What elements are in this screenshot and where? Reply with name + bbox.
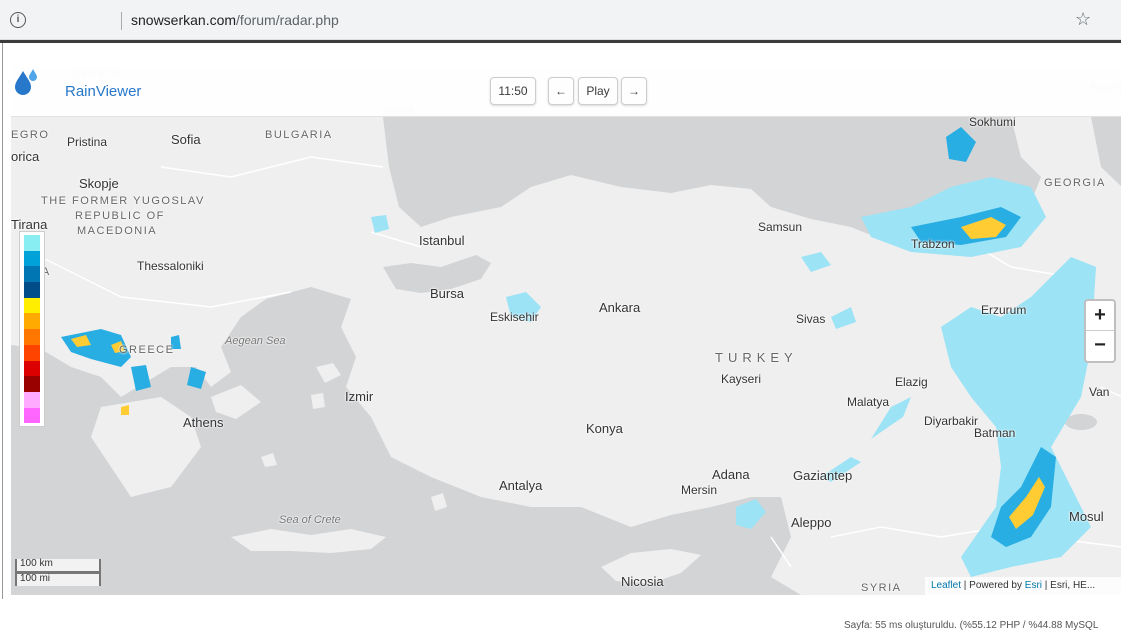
map-label-kayseri: Kayseri: [721, 372, 762, 386]
url-path: /forum/radar.php: [236, 12, 339, 28]
map-label-montenegro: EGRO: [11, 129, 50, 141]
play-button[interactable]: Play: [578, 77, 618, 105]
map-label-turkey: TURKEY: [715, 350, 798, 365]
map-label-van: Van: [1089, 385, 1110, 399]
url-separator: [121, 12, 122, 30]
map-label-malatya: Malatya: [847, 395, 890, 409]
map-label-bulgaria: BULGARIA: [265, 129, 333, 141]
map-label-georgia: GEORGIA: [1044, 177, 1106, 189]
map-label-ankara: Ankara: [599, 300, 641, 315]
map-label-aegean: Aegean Sea: [225, 335, 286, 347]
map-label-sokhumi: Sokhumi: [969, 115, 1016, 129]
attribution-rest: | Esri, HE...: [1042, 580, 1096, 591]
attribution-separator: | Powered by: [961, 580, 1025, 591]
page-footer-timing: Sayfa: 55 ms oluşturuldu. (%55.12 PHP / …: [844, 620, 1099, 631]
map-label-tirana: Tirana: [11, 217, 48, 232]
map-label-crete: Sea of Crete: [279, 514, 341, 526]
legend-swatch: [24, 266, 40, 283]
esri-link[interactable]: Esri: [1025, 580, 1042, 591]
legend-swatch: [24, 376, 40, 392]
map-label-erzurum: Erzurum: [981, 303, 1027, 317]
previous-frame-button[interactable]: ←: [548, 77, 574, 105]
map-label-trabzon: Trabzon: [911, 237, 955, 251]
precipitation-legend: [19, 231, 45, 427]
map-label-eskisehir: Eskisehir: [490, 310, 539, 324]
zoom-control: + −: [1084, 299, 1116, 363]
map-label-fyrom2: REPUBLIC OF: [75, 210, 165, 222]
map-label-greece: GREECE: [119, 344, 175, 356]
zoom-in-button[interactable]: +: [1086, 301, 1114, 331]
rainviewer-toolbar: RainViewer 11:50 ← Play →: [11, 67, 1121, 117]
map-label-elazig: Elazig: [895, 375, 928, 389]
scale-mi: 100 mi: [15, 572, 101, 586]
leaflet-link[interactable]: Leaflet: [931, 580, 961, 591]
time-display-button[interactable]: 11:50: [490, 77, 536, 105]
map-label-aleppo: Aleppo: [791, 515, 832, 530]
map-label-konya: Konya: [586, 421, 623, 436]
legend-swatch: [24, 250, 40, 267]
rainviewer-logo-text[interactable]: RainViewer: [65, 83, 141, 100]
map-label-fyrom1: THE FORMER YUGOSLAV: [41, 195, 205, 207]
map-label-skopje: Skopje: [79, 176, 119, 191]
url-domain: snowserkan.com: [131, 12, 237, 28]
bookmark-star-icon[interactable]: ☆: [1075, 9, 1091, 30]
map-label-mosul: Mosul: [1069, 509, 1104, 524]
legend-swatch: [24, 360, 40, 377]
map-label-sivas: Sivas: [796, 312, 826, 326]
chios-island: [311, 393, 325, 409]
map-label-pristina: Pristina: [67, 135, 108, 149]
map-label-syria: SYRIA: [861, 582, 902, 594]
radar-map[interactable]: SERBIA Varna Nalch EGRO Pristina Sofia B…: [11, 67, 1121, 595]
legend-swatch: [24, 313, 40, 330]
raindrop-logo-icon: [15, 69, 37, 95]
info-icon[interactable]: i: [10, 12, 26, 28]
url-field[interactable]: snowserkan.com/forum/radar.php: [131, 12, 339, 28]
map-label-podgorica: orica: [11, 149, 40, 164]
lake-van: [1065, 414, 1097, 430]
map-label-izmir: Izmir: [345, 389, 374, 404]
map-label-batman: Batman: [974, 426, 1016, 440]
map-label-mersin: Mersin: [681, 483, 718, 497]
map-label-nicosia: Nicosia: [621, 574, 664, 589]
map-label-fyrom3: MACEDONIA: [77, 225, 158, 237]
next-frame-button[interactable]: →: [621, 77, 647, 105]
map-label-gaziantep: Gaziantep: [793, 468, 853, 483]
legend-swatch: [24, 407, 40, 424]
map-label-istanbul: Istanbul: [419, 233, 465, 248]
scale-km: 100 km: [15, 559, 101, 573]
map-label-thessaloniki: Thessaloniki: [137, 259, 204, 273]
legend-swatch: [24, 344, 40, 361]
map-label-bursa: Bursa: [430, 286, 464, 301]
map-label-adana: Adana: [712, 467, 750, 482]
legend-swatch: [24, 329, 40, 345]
legend-swatch: [24, 282, 40, 298]
zoom-out-button[interactable]: −: [1086, 331, 1114, 361]
map-attribution: Leaflet | Powered by Esri | Esri, HE...: [925, 577, 1121, 595]
legend-swatch: [24, 391, 40, 408]
map-label-athens: Athens: [183, 415, 224, 430]
map-label-diyarbakir: Diyarbakir: [924, 414, 979, 428]
map-label-sofia: Sofia: [171, 132, 201, 147]
map-scale: 100 km 100 mi: [15, 559, 101, 586]
map-label-samsun: Samsun: [758, 220, 803, 234]
page-content: SERBIA Varna Nalch EGRO Pristina Sofia B…: [2, 43, 1121, 599]
map-label-antalya: Antalya: [499, 478, 543, 493]
legend-swatch: [24, 297, 40, 314]
browser-address-bar: i snowserkan.com/forum/radar.php ☆: [0, 0, 1121, 40]
legend-swatch: [24, 235, 40, 251]
